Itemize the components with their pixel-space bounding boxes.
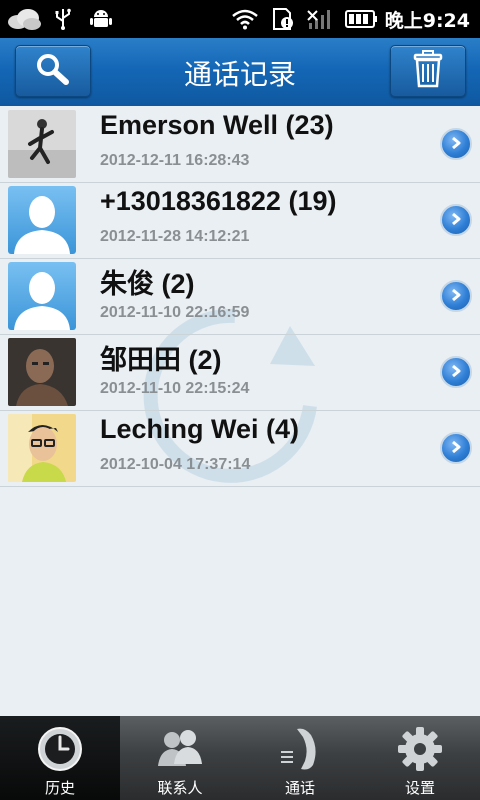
call-date: 2012-10-04 17:37:14 [100,456,251,473]
gear-icon [395,724,445,774]
call-log-list: Emerson Well (23) 2012-12-11 16:28:43 +1… [0,106,480,716]
detail-arrow-button[interactable] [440,280,472,312]
contact-avatar [8,414,76,482]
phone-icon [275,724,325,774]
tab-contacts[interactable]: 联系人 [120,716,240,800]
call-date: 2012-11-10 22:16:59 [100,304,250,321]
detail-arrow-button[interactable] [440,128,472,160]
chevron-right-icon [449,439,463,458]
tab-label: 设置 [404,779,435,797]
detail-arrow-button[interactable] [440,204,472,236]
call-date: 2012-12-11 16:28:43 [100,152,250,169]
chevron-right-icon [449,135,463,154]
sd-card-alert-icon [270,7,296,31]
call-row[interactable]: Leching Wei (4) 2012-10-04 17:37:14 [0,410,480,487]
tab-label: 通话 [284,779,315,797]
tab-label: 历史 [44,779,75,797]
detail-arrow-button[interactable] [440,432,472,464]
delete-button[interactable] [390,45,466,97]
android-icon [88,7,114,31]
call-date: 2012-11-10 22:15:24 [100,380,250,397]
call-row[interactable]: +13018361822 (19) 2012-11-28 14:12:21 [0,182,480,259]
weather-cloud-icon [6,7,42,31]
chevron-right-icon [449,363,463,382]
detail-arrow-button[interactable] [440,356,472,388]
status-time: 晚上9:24 [384,10,470,32]
contact-name: Emerson Well (23) [100,110,334,140]
contact-avatar [8,338,76,406]
tab-call[interactable]: 通话 [240,716,360,800]
battery-icon [344,7,378,31]
signal-icon [306,7,334,31]
call-row[interactable]: 邹田田 (2) 2012-11-10 22:15:24 [0,334,480,411]
contact-name: 朱俊 (2) [100,269,195,299]
contact-avatar [8,262,76,330]
tab-history[interactable]: 历史 [0,716,120,800]
call-row[interactable]: 朱俊 (2) 2012-11-10 22:16:59 [0,258,480,335]
contact-name: 邹田田 (2) [100,345,222,375]
clock-icon [35,724,85,774]
wifi-icon [230,7,260,31]
tab-settings[interactable]: 设置 [360,716,480,800]
usb-icon [52,7,74,31]
call-row[interactable]: Emerson Well (23) 2012-12-11 16:28:43 [0,106,480,183]
call-date: 2012-11-28 14:12:21 [100,228,250,245]
app-header: 通话记录 [0,38,480,106]
contact-avatar [8,186,76,254]
chevron-right-icon [449,211,463,230]
chevron-right-icon [449,287,463,306]
contact-avatar [8,110,76,178]
contact-name: +13018361822 (19) [100,186,337,216]
tab-label: 联系人 [157,779,203,797]
contacts-icon [155,724,205,774]
bottom-tab-bar: 历史 联系人 通话 设置 [0,716,480,800]
status-bar: 晚上9:24 [0,0,480,38]
trash-icon [411,49,445,93]
contact-name: Leching Wei (4) [100,414,300,444]
